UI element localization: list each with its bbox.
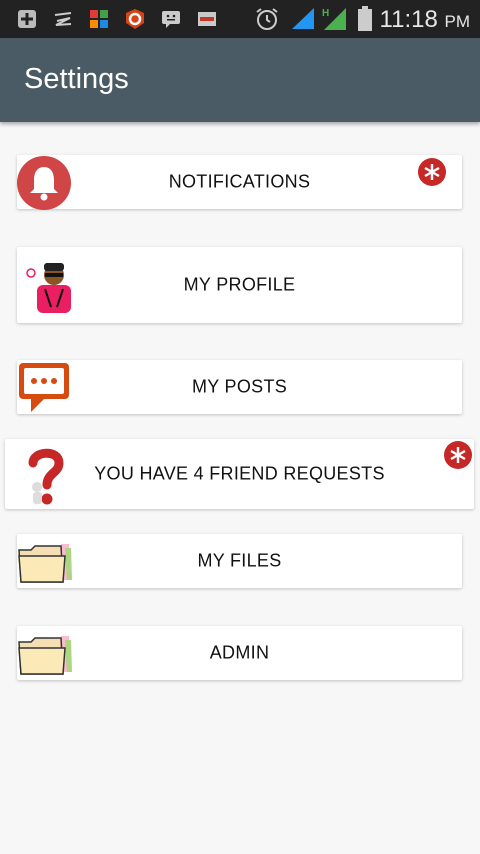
notification-badge-icon (444, 441, 472, 469)
page-title: Settings (24, 63, 129, 95)
menu-item-friend-requests[interactable]: YOU HAVE 4 FRIEND REQUESTS (5, 439, 474, 509)
menu-item-label: MY FILES (197, 550, 282, 571)
menu-item-label: MY POSTS (191, 376, 288, 397)
clock-ampm: PM (444, 12, 471, 31)
chat-icon (162, 11, 180, 28)
svg-text:H: H (322, 8, 329, 19)
app-bar: Settings (0, 38, 480, 122)
menu-item-my-profile[interactable]: MY PROFILE (17, 247, 462, 323)
menu-item-my-files[interactable]: MY FILES (17, 534, 462, 588)
menu-item-label: YOU HAVE 4 FRIEND REQUESTS (94, 463, 385, 484)
signal-swipe-icon (54, 12, 72, 26)
clock-time: 11:18 (379, 6, 438, 33)
status-bar: H 11:18 PM (0, 0, 480, 38)
battery-icon (358, 6, 372, 31)
menu-item-label: MY PROFILE (183, 274, 296, 295)
browser-icon (126, 9, 144, 29)
menu-item-label: ADMIN (209, 642, 270, 663)
menu-item-my-posts[interactable]: MY POSTS (17, 360, 462, 414)
menu-item-admin[interactable]: ADMIN (17, 626, 462, 680)
mobile-signal-icon: H (322, 8, 346, 30)
menu-item-notifications[interactable]: NOTIFICATIONS (17, 155, 462, 210)
status-time: 11:18 PM (380, 6, 470, 34)
alarm-icon (256, 8, 278, 30)
app-icon (198, 12, 216, 26)
apps-icon (90, 10, 108, 28)
plus-icon (18, 10, 36, 28)
wifi-icon (292, 8, 314, 29)
menu-item-label: NOTIFICATIONS (168, 171, 311, 192)
notification-badge-icon (418, 158, 446, 186)
